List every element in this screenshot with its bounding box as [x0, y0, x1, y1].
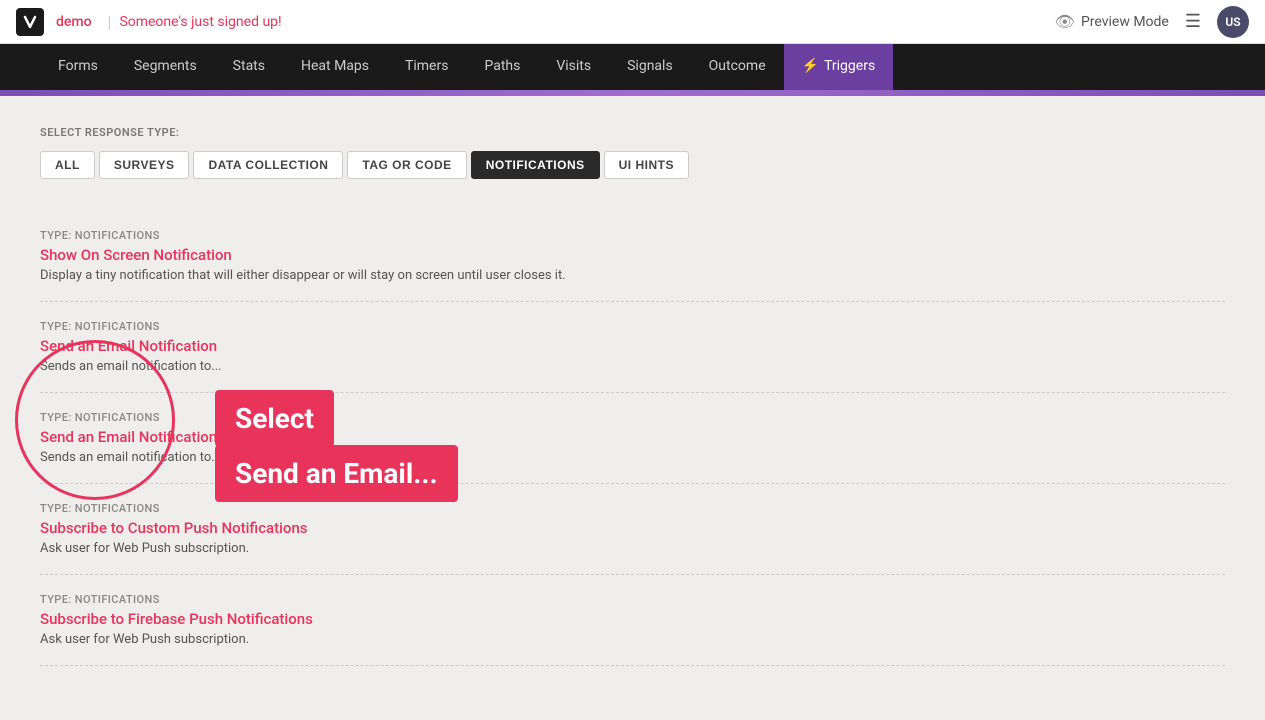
item-3-desc: Sends an email notification to... — [40, 450, 1225, 465]
item-1-title[interactable]: Show On Screen Notification — [40, 246, 1225, 264]
nav-triggers-label: Triggers — [824, 58, 875, 74]
topbar-right: 👁 Preview Mode ☰ US — [1055, 6, 1249, 38]
nav-stats-label: Stats — [233, 58, 265, 74]
nav-forms[interactable]: Forms — [40, 44, 116, 90]
nav-signals[interactable]: Signals — [609, 44, 691, 90]
item-2-type: TYPE: NOTIFICATIONS — [40, 320, 1225, 333]
nav-signals-label: Signals — [627, 58, 673, 74]
eye-icon: 👁 — [1055, 12, 1075, 31]
preview-mode[interactable]: 👁 Preview Mode — [1055, 12, 1169, 31]
response-item-5: TYPE: NOTIFICATIONS Subscribe to Firebas… — [40, 575, 1225, 666]
bolt-icon: ⚡ — [802, 58, 819, 74]
item-3-title[interactable]: Send an Email Notification — [40, 428, 1225, 446]
main-content: SELECT RESPONSE TYPE: ALL SURVEYS DATA C… — [0, 96, 1265, 696]
topbar-separator: | — [108, 12, 112, 31]
item-5-type: TYPE: NOTIFICATIONS — [40, 593, 1225, 606]
nav-segments-label: Segments — [134, 58, 197, 74]
item-4-type: TYPE: NOTIFICATIONS — [40, 502, 1225, 515]
filter-surveys[interactable]: SURVEYS — [99, 151, 190, 179]
filter-ui-hints[interactable]: UI HINTS — [604, 151, 689, 179]
item-4-title[interactable]: Subscribe to Custom Push Notifications — [40, 519, 1225, 537]
nav-timers[interactable]: Timers — [387, 44, 466, 90]
filter-buttons: ALL SURVEYS DATA COLLECTION TAG OR CODE … — [40, 151, 1225, 179]
nav-paths[interactable]: Paths — [466, 44, 538, 90]
item-4-desc: Ask user for Web Push subscription. — [40, 541, 1225, 556]
item-1-desc: Display a tiny notification that will ei… — [40, 268, 1225, 283]
response-item-2: TYPE: NOTIFICATIONS Send an Email Notifi… — [40, 302, 1225, 393]
nav-segments[interactable]: Segments — [116, 44, 215, 90]
filter-notifications[interactable]: NOTIFICATIONS — [471, 151, 600, 179]
select-response-label: SELECT RESPONSE TYPE: — [40, 126, 1225, 139]
nav-forms-label: Forms — [58, 58, 98, 74]
filter-tag-or-code[interactable]: TAG OR CODE — [347, 151, 466, 179]
menu-icon[interactable]: ☰ — [1185, 11, 1201, 32]
filter-all[interactable]: ALL — [40, 151, 95, 179]
nav-visits[interactable]: Visits — [538, 44, 609, 90]
notification-text: Someone's just signed up! — [119, 14, 281, 30]
response-item-4: TYPE: NOTIFICATIONS Subscribe to Custom … — [40, 484, 1225, 575]
item-5-title[interactable]: Subscribe to Firebase Push Notifications — [40, 610, 1225, 628]
nav-visits-label: Visits — [556, 58, 591, 74]
item-1-type: TYPE: NOTIFICATIONS — [40, 229, 1225, 242]
nav-paths-label: Paths — [484, 58, 520, 74]
nav-outcome-label: Outcome — [709, 58, 766, 74]
topbar: demo | Someone's just signed up! 👁 Previ… — [0, 0, 1265, 44]
logo — [16, 8, 44, 36]
nav-stats[interactable]: Stats — [215, 44, 283, 90]
nav-timers-label: Timers — [405, 58, 448, 74]
avatar[interactable]: US — [1217, 6, 1249, 38]
item-2-desc: Sends an email notification to... — [40, 359, 1225, 374]
nav-heatmaps[interactable]: Heat Maps — [283, 44, 387, 90]
item-5-desc: Ask user for Web Push subscription. — [40, 632, 1225, 647]
response-item-3: TYPE: NOTIFICATIONS Send an Email Notifi… — [40, 393, 1225, 484]
nav-outcome[interactable]: Outcome — [691, 44, 784, 90]
response-item-1: TYPE: NOTIFICATIONS Show On Screen Notif… — [40, 211, 1225, 302]
demo-label[interactable]: demo — [56, 14, 92, 30]
nav-heatmaps-label: Heat Maps — [301, 58, 369, 74]
page-wrapper: demo | Someone's just signed up! 👁 Previ… — [0, 0, 1265, 696]
item-3-type: TYPE: NOTIFICATIONS — [40, 411, 1225, 424]
preview-mode-label: Preview Mode — [1081, 14, 1169, 30]
filter-data-collection[interactable]: DATA COLLECTION — [193, 151, 343, 179]
item-2-title[interactable]: Send an Email Notification — [40, 337, 1225, 355]
nav-triggers[interactable]: ⚡ Triggers — [784, 44, 894, 90]
navbar: Forms Segments Stats Heat Maps Timers Pa… — [0, 44, 1265, 90]
